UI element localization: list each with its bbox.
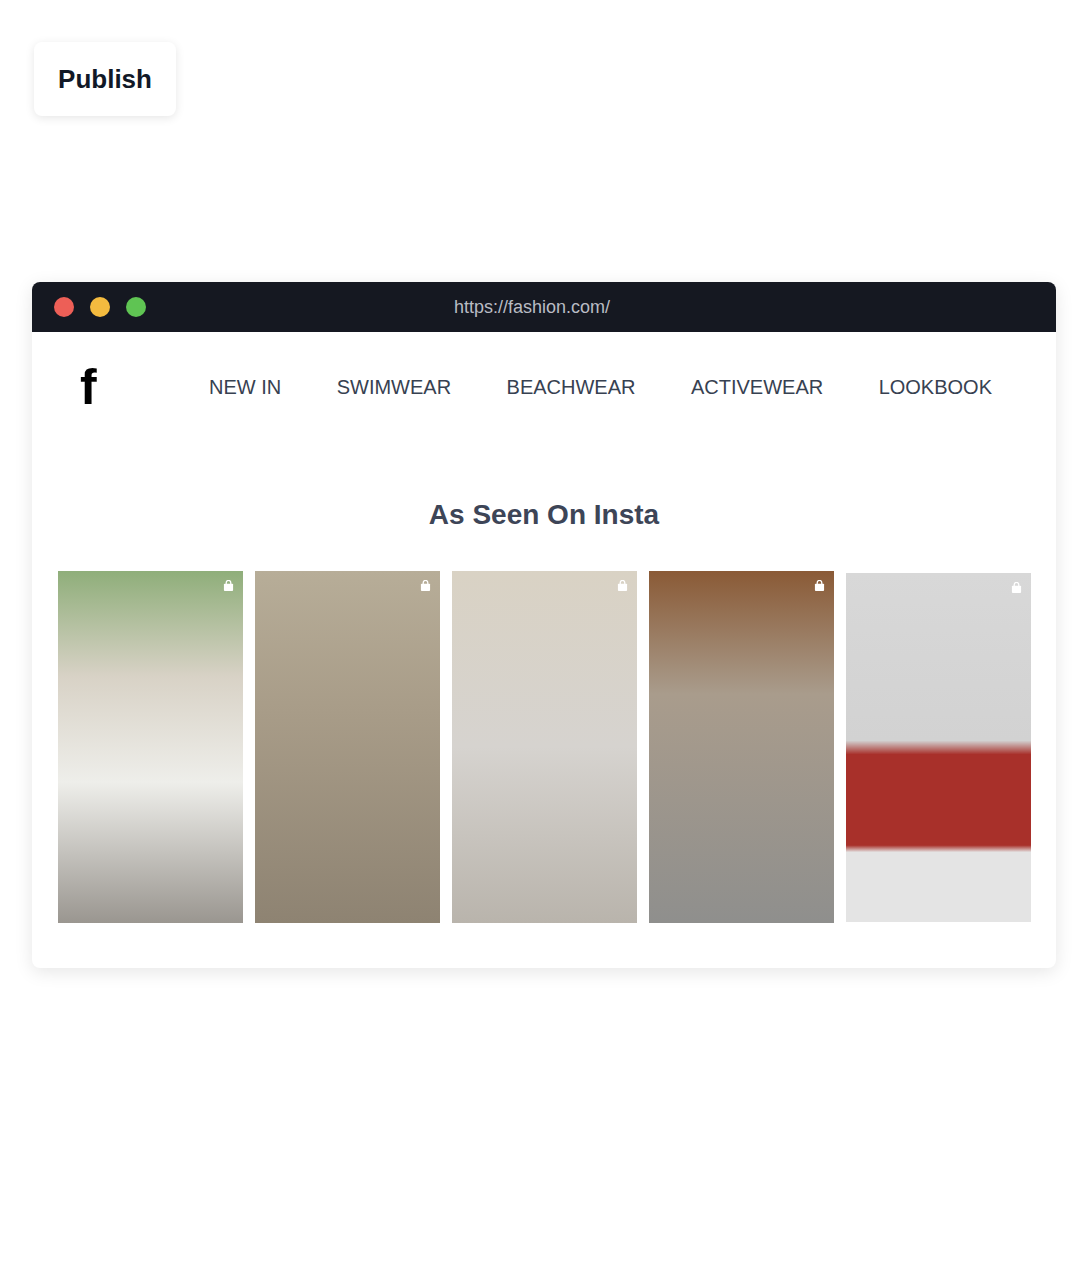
shopping-bag-icon[interactable] xyxy=(420,580,431,591)
shopping-bag-icon[interactable] xyxy=(617,580,628,591)
instagram-gallery xyxy=(32,532,1056,968)
instagram-post[interactable] xyxy=(452,571,637,923)
address-bar[interactable]: https://fashion.com/ xyxy=(32,282,1056,332)
main-nav: NEW IN SWIMWEAR BEACHWEAR ACTIVEWEAR LOOKBOO… xyxy=(209,372,992,402)
maximize-dot-icon[interactable] xyxy=(126,297,146,317)
section-title: As Seen On Insta xyxy=(32,498,1056,532)
publish-button[interactable]: Publish xyxy=(34,42,176,116)
site-logo[interactable]: f xyxy=(80,362,209,412)
shopping-bag-icon[interactable] xyxy=(223,580,234,591)
instagram-post[interactable] xyxy=(846,573,1031,922)
nav-link[interactable]: LOOKBOOK xyxy=(879,372,992,402)
nav-link[interactable]: BEACHWEAR xyxy=(507,372,636,402)
instagram-post[interactable] xyxy=(255,571,440,923)
nav-link[interactable]: ACTIVEWEAR xyxy=(691,372,823,402)
instagram-post[interactable] xyxy=(649,571,834,923)
nav-link[interactable]: SWIMWEAR xyxy=(337,372,451,402)
site-header: fNEW IN SWIMWEAR BEACHWEAR ACTIVEWEAR LOOKBO… xyxy=(32,332,1056,412)
shopping-bag-icon[interactable] xyxy=(1011,582,1022,593)
shopping-bag-icon[interactable] xyxy=(814,580,825,591)
nav-link[interactable]: NEW IN xyxy=(209,372,281,402)
browser-window: https://fashion.com/fNEW IN SWIMWEAR BEACH… xyxy=(32,282,1056,968)
instagram-post[interactable] xyxy=(58,571,243,923)
minimize-dot-icon[interactable] xyxy=(90,297,110,317)
close-dot-icon[interactable] xyxy=(54,297,74,317)
browser-title-bar: https://fashion.com/ xyxy=(32,282,1056,332)
